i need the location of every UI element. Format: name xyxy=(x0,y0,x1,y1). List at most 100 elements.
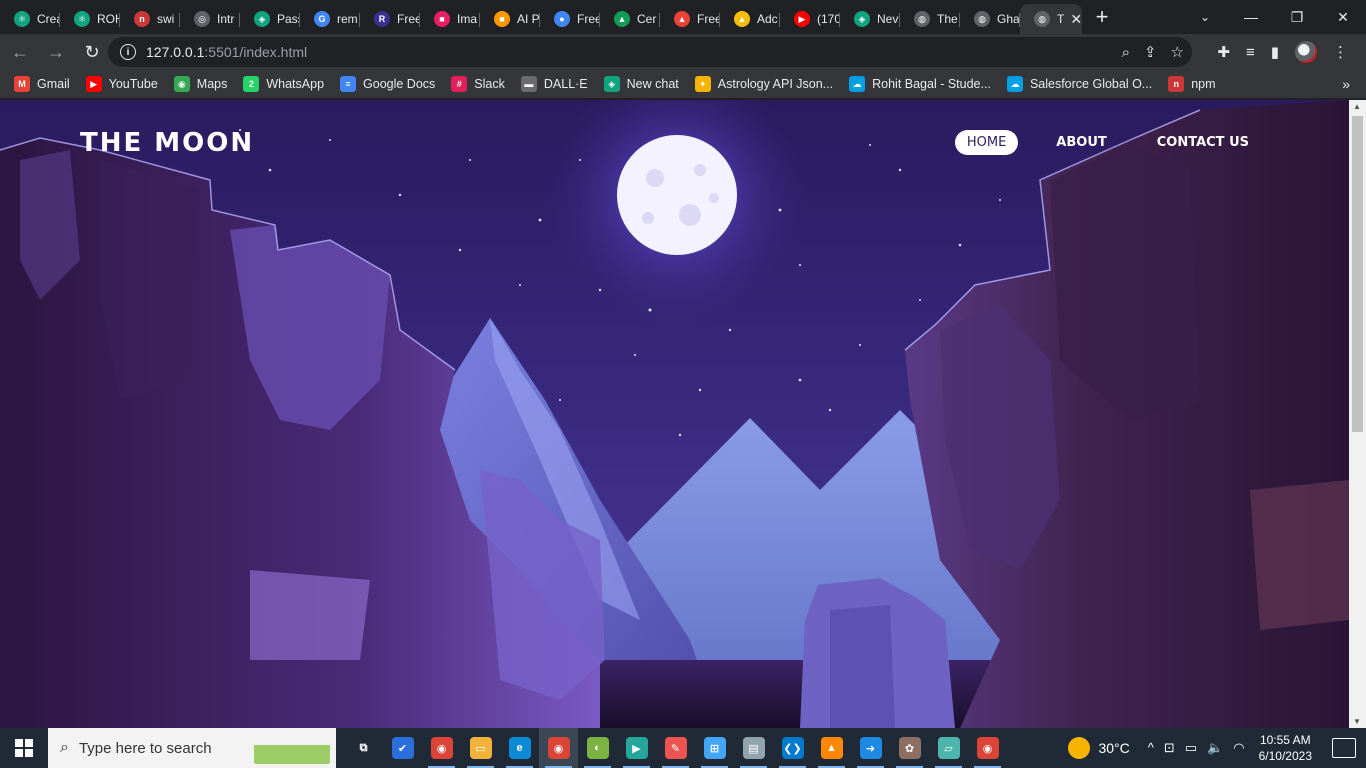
url-text[interactable]: 127.0.0.1:5501/index.html xyxy=(146,44,307,60)
browser-tab[interactable]: ▶ (170 xyxy=(780,4,840,34)
zoom-icon[interactable]: ⌕ xyxy=(1122,44,1130,61)
browser-tab[interactable]: ◍ Gha xyxy=(960,4,1020,34)
chrome-active-icon: ◉ xyxy=(547,737,570,759)
media-controls-icon[interactable]: ≡ xyxy=(1246,44,1255,61)
taskbar-app-todo[interactable]: ✔ xyxy=(383,728,422,768)
taskbar-app-app-arrow[interactable]: ➜ xyxy=(851,728,890,768)
bookmark-item[interactable]: M Gmail xyxy=(14,76,70,92)
tray-icon[interactable]: ◠ xyxy=(1233,740,1244,756)
bookmark-item[interactable]: 2 WhatsApp xyxy=(243,76,324,92)
bookmark-item[interactable]: ▶ YouTube xyxy=(85,76,158,92)
bookmark-item[interactable]: # Slack xyxy=(451,76,505,92)
back-button[interactable]: ← xyxy=(4,36,36,68)
bookmark-label: npm xyxy=(1191,77,1216,91)
browser-tab[interactable]: ◈ Pass xyxy=(240,4,300,34)
browser-tab[interactable]: ⚛ Crea xyxy=(0,4,60,34)
start-button[interactable] xyxy=(0,728,48,768)
taskbar-app-app-notes[interactable]: ▱ xyxy=(929,728,968,768)
browser-tab[interactable]: ▲ Cer xyxy=(600,4,660,34)
taskbar-search[interactable]: ⌕ Type here to search xyxy=(48,728,336,768)
browser-tab[interactable]: Grem xyxy=(300,4,360,34)
taskbar-app-vlc[interactable]: ▲ xyxy=(812,728,851,768)
tab-label: Intr xyxy=(217,12,235,26)
bookmarks-more-button[interactable]: » xyxy=(1342,76,1350,92)
browser-tab[interactable]: R Free xyxy=(360,4,420,34)
browser-tab[interactable]: ■ AI P xyxy=(480,4,540,34)
tab-label: The xyxy=(937,12,958,26)
browser-tab[interactable]: ⚛ ROH xyxy=(60,4,120,34)
scroll-down-icon[interactable]: ▼ xyxy=(1353,717,1361,726)
taskbar-app-chrome-2[interactable]: ◉ xyxy=(968,728,1007,768)
tray-icon[interactable]: 🔈 xyxy=(1207,740,1223,756)
site-logo[interactable]: THE MOON xyxy=(80,128,254,158)
bookmark-item[interactable]: ☁ Salesforce Global O... xyxy=(1006,76,1152,92)
bookmark-label: Gmail xyxy=(37,77,70,91)
share-icon[interactable]: ⇪ xyxy=(1144,43,1157,61)
tray-icon[interactable]: ^ xyxy=(1148,740,1154,756)
url-path: :5501/index.html xyxy=(204,44,308,60)
taskbar-app-app-paint[interactable]: ✎ xyxy=(656,728,695,768)
tray-icon[interactable]: ⊡ xyxy=(1164,740,1175,756)
browser-tab[interactable]: ◍ T ✕ xyxy=(1020,4,1082,34)
task-view-icon: ⧉ xyxy=(352,737,375,759)
bookmark-item[interactable]: ✦ Astrology API Json... xyxy=(694,76,833,92)
bookmark-star-icon[interactable]: ☆ xyxy=(1171,43,1184,61)
taskbar-app-app-drive[interactable]: ▤ xyxy=(734,728,773,768)
page-scrollbar[interactable]: ▲ ▼ xyxy=(1349,100,1366,728)
tab-label: ROH xyxy=(97,12,120,26)
address-bar[interactable]: i 127.0.0.1:5501/index.html ⌕ ⇪ ☆ xyxy=(108,37,1192,67)
tab-favicon-icon: ▲ xyxy=(734,11,750,27)
nav-link-contact-us[interactable]: CONTACT US xyxy=(1145,130,1261,155)
bookmark-item[interactable]: ◉ Maps xyxy=(173,76,227,92)
browser-tab[interactable]: ● Free xyxy=(540,4,600,34)
taskbar-app-app-green[interactable]: ◐ xyxy=(578,728,617,768)
taskbar-app-file-explorer[interactable]: ▭ xyxy=(461,728,500,768)
bookmark-item[interactable]: ≡ Google Docs xyxy=(340,76,435,92)
close-tab-icon[interactable]: ✕ xyxy=(1070,11,1082,28)
bookmark-item[interactable]: ☁ Rohit Bagal - Stude... xyxy=(849,76,991,92)
bookmark-item[interactable]: ▬ DALL·E xyxy=(520,76,588,92)
bookmark-item[interactable]: n npm xyxy=(1168,76,1216,92)
bookmark-item[interactable]: ◈ New chat xyxy=(603,76,679,92)
taskbar-app-app-media[interactable]: ▶ xyxy=(617,728,656,768)
taskbar-app-edge[interactable]: e xyxy=(500,728,539,768)
browser-tab[interactable]: n swi xyxy=(120,4,180,34)
browser-tab[interactable]: ▲ Free xyxy=(660,4,720,34)
minimize-button[interactable]: — xyxy=(1228,0,1274,34)
taskbar-app-app-palette[interactable]: ✿ xyxy=(890,728,929,768)
taskbar-app-chrome[interactable]: ◉ xyxy=(422,728,461,768)
taskbar-app-app-control[interactable]: ⊞ xyxy=(695,728,734,768)
browser-tab[interactable]: ◎ Intr xyxy=(180,4,240,34)
forward-button[interactable]: → xyxy=(40,36,72,68)
side-panel-icon[interactable]: ▮ xyxy=(1271,43,1279,61)
nav-link-home[interactable]: HOME xyxy=(954,130,1019,155)
scrollbar-thumb[interactable] xyxy=(1352,116,1363,432)
new-tab-button[interactable]: + xyxy=(1082,0,1122,34)
reload-button[interactable]: ↻ xyxy=(76,36,108,68)
extensions-icon[interactable]: ✚ xyxy=(1217,43,1230,61)
browser-tab[interactable]: ◍ The xyxy=(900,4,960,34)
scroll-up-icon[interactable]: ▲ xyxy=(1353,102,1361,111)
browser-menu-icon[interactable]: ⋮ xyxy=(1333,43,1348,61)
windows-logo-icon xyxy=(15,739,33,757)
profile-avatar[interactable] xyxy=(1295,41,1317,63)
weather-widget[interactable]: 30°C xyxy=(1068,737,1130,759)
tab-search-button[interactable]: ⌄ xyxy=(1190,0,1220,34)
tab-list: ⚛Crea⚛ROHnswi◎Intr◈PassGremRFree■Ima■AI … xyxy=(0,0,1082,34)
taskbar-app-task-view[interactable]: ⧉ xyxy=(344,728,383,768)
taskbar-clock[interactable]: 10:55 AM 6/10/2023 xyxy=(1259,732,1312,764)
tab-favicon-icon: n xyxy=(134,11,150,27)
site-info-icon[interactable]: i xyxy=(120,44,136,60)
taskbar-app-vscode[interactable]: ❮❯ xyxy=(773,728,812,768)
taskbar-app-chrome-active[interactable]: ◉ xyxy=(539,728,578,768)
notifications-icon[interactable] xyxy=(1332,738,1356,758)
tab-strip: ⚛Crea⚛ROHnswi◎Intr◈PassGremRFree■Ima■AI … xyxy=(0,0,1366,34)
browser-tab[interactable]: ◈ Nev xyxy=(840,4,900,34)
nav-link-about[interactable]: ABOUT xyxy=(1044,130,1118,155)
browser-tab[interactable]: ■ Ima xyxy=(420,4,480,34)
restore-button[interactable]: ❐ xyxy=(1274,0,1320,34)
tray-icon[interactable]: ▭ xyxy=(1185,740,1197,756)
close-window-button[interactable]: ✕ xyxy=(1320,0,1366,34)
browser-tab[interactable]: ▲ Adc xyxy=(720,4,780,34)
taskbar-apps: ⧉ ✔ ◉ ▭ e ◉ ◐ ▶ ✎ ⊞ ▤ ❮❯ ▲ ➜ ✿ ▱ ◉ xyxy=(344,728,1007,768)
